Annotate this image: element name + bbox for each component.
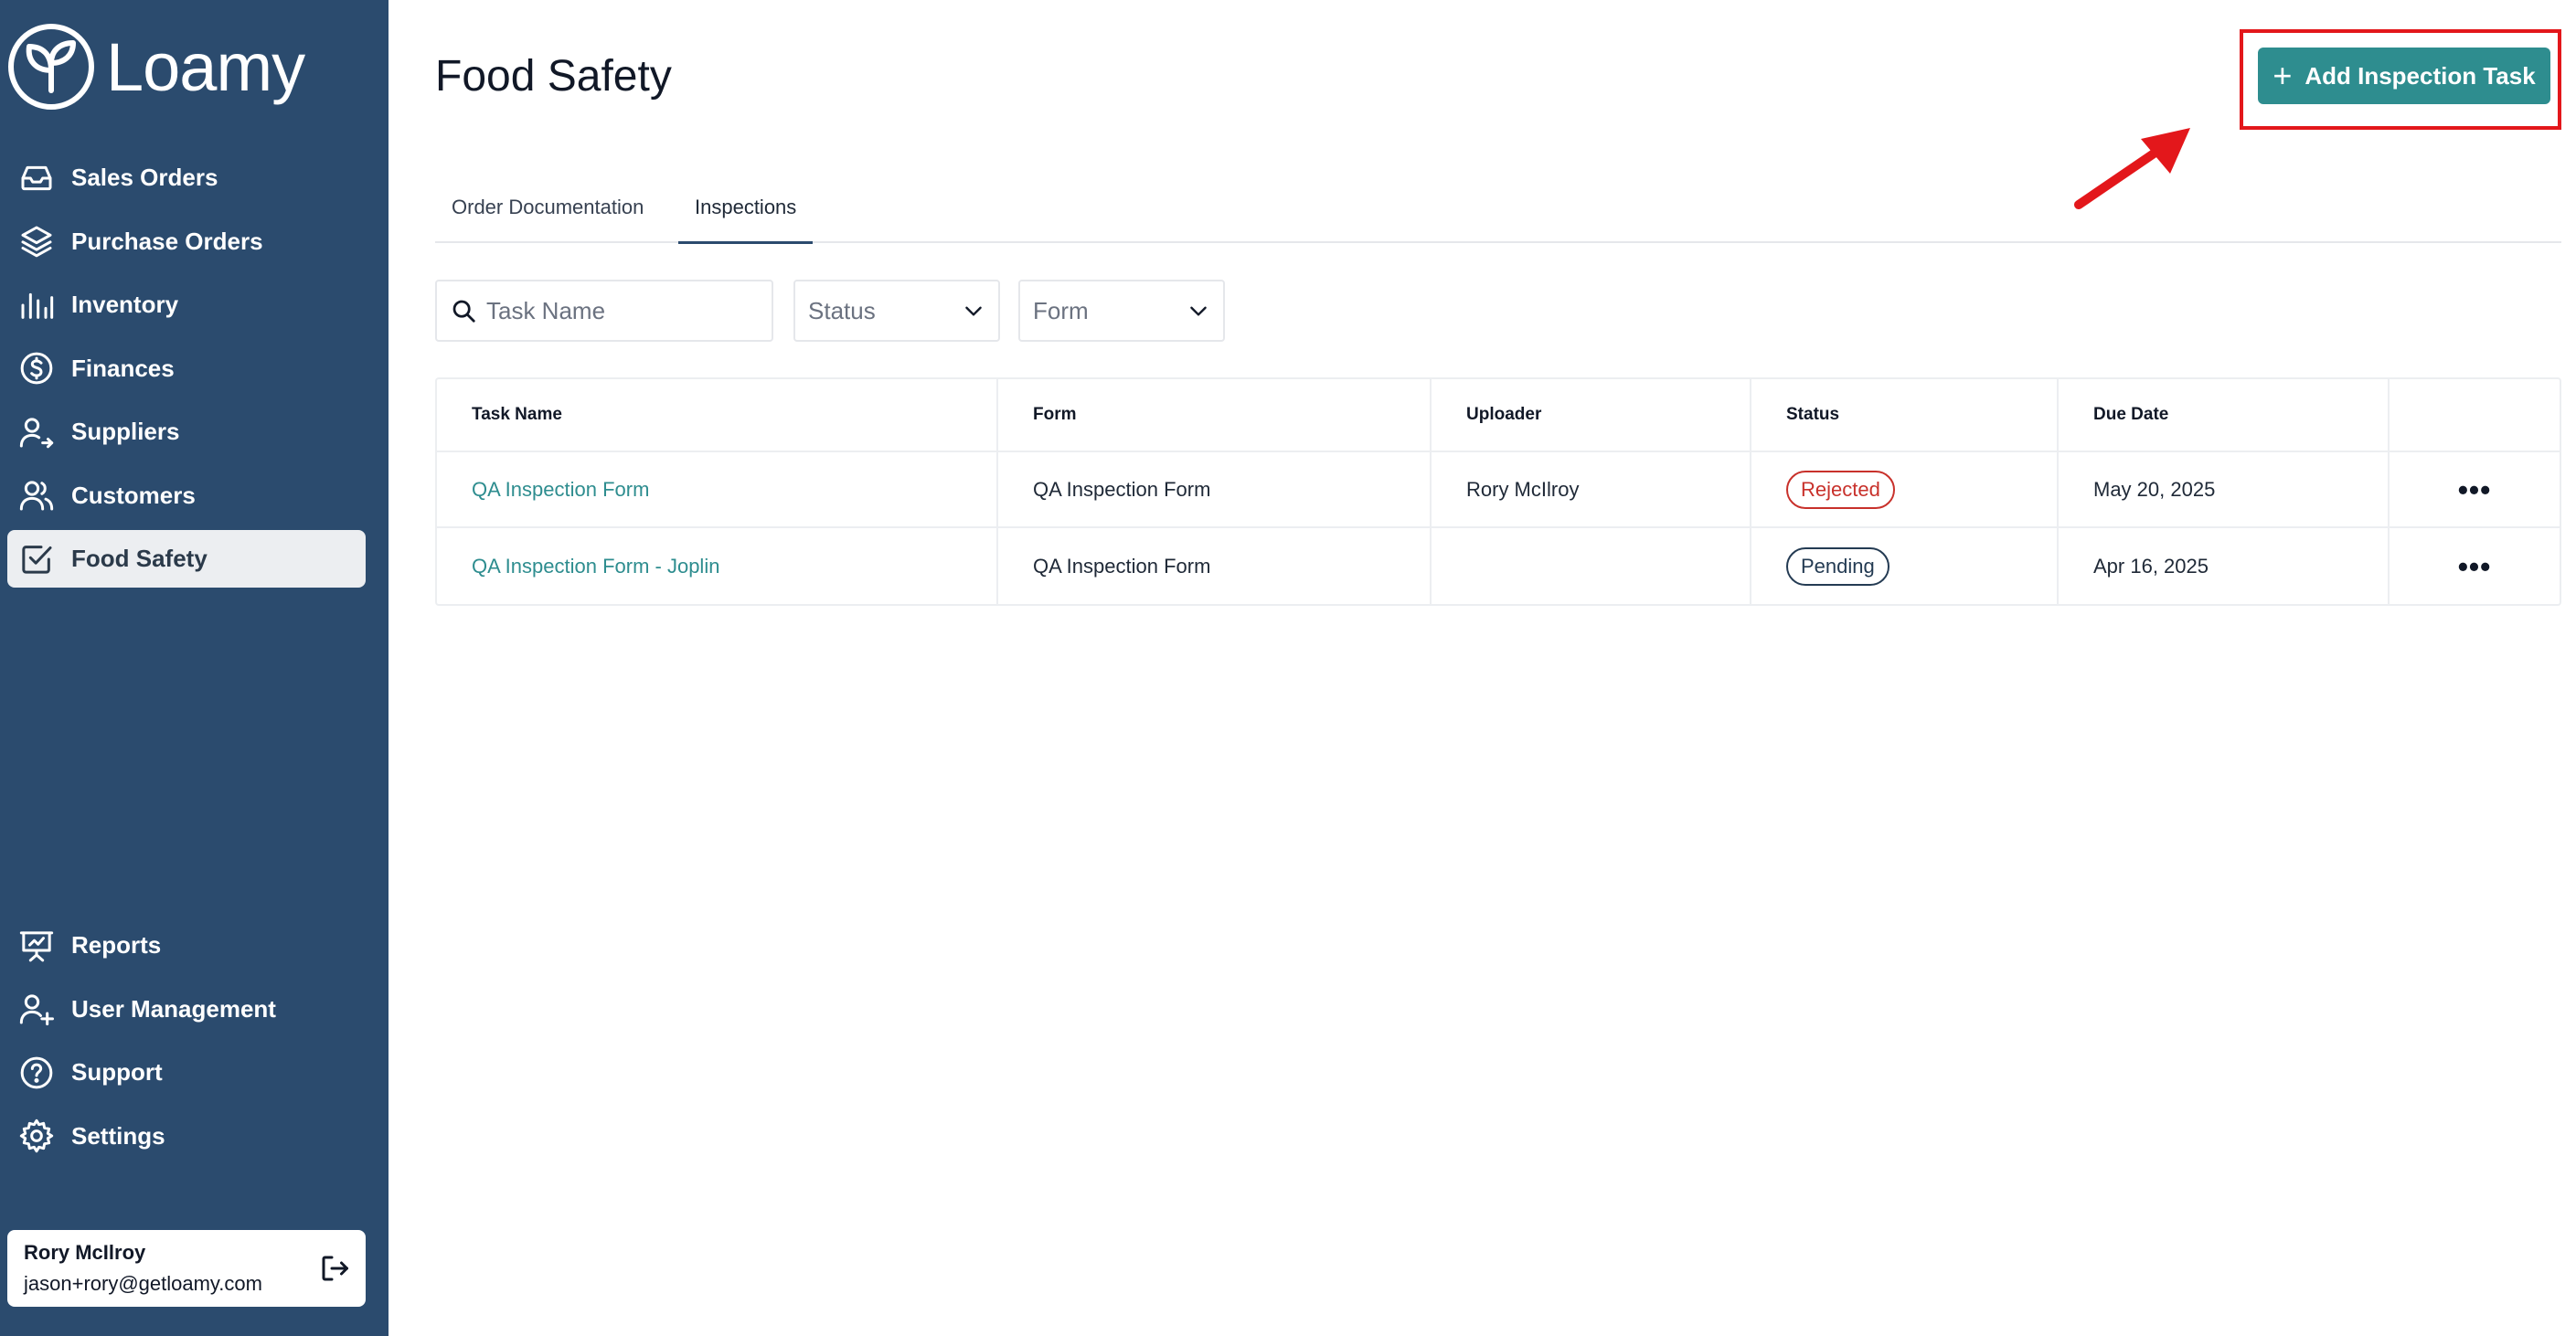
sidebar-item-food-safety[interactable]: Food Safety [7,530,366,588]
table-row: QA Inspection Form - Joplin QA Inspectio… [437,528,2560,604]
chevron-down-icon [965,306,982,316]
brand-logo[interactable]: Loamy [7,23,305,111]
sidebar-item-suppliers[interactable]: Suppliers [7,403,366,461]
brand-name: Loamy [106,28,305,105]
sidebar: Loamy Sales Orders Purchase Orders Inven… [0,0,389,1336]
task-name-link[interactable]: QA Inspection Form - Joplin [472,555,719,578]
inspections-table: Task Name Form Uploader Status Due Date … [435,377,2561,606]
form-cell: QA Inspection Form [998,528,1432,604]
form-filter-placeholder: Form [1033,296,1089,324]
more-options-icon[interactable]: ••• [2458,552,2492,581]
tab-inspections[interactable]: Inspections [678,179,814,244]
task-name-search[interactable]: Task Name [435,280,773,342]
table-header-row: Task Name Form Uploader Status Due Date [437,379,2560,452]
leaf-logo-icon [8,24,94,110]
sidebar-item-purchase-orders[interactable]: Purchase Orders [7,213,366,270]
dollar-circle-icon [20,352,53,385]
inbox-icon [21,165,52,190]
more-options-icon[interactable]: ••• [2458,475,2492,504]
form-filter-dropdown[interactable]: Form [1018,280,1225,342]
uploader-cell [1432,528,1751,604]
sidebar-item-label: Inventory [71,291,179,318]
sidebar-item-sales-orders[interactable]: Sales Orders [7,149,366,207]
sidebar-nav-secondary: Reports User Management Support Settings [7,917,366,1171]
bar-chart-icon [21,292,54,319]
sidebar-item-label: Support [71,1058,163,1086]
due-date-cell: May 20, 2025 [2059,452,2390,526]
search-placeholder: Task Name [486,296,606,324]
sidebar-item-label: Purchase Orders [71,227,263,255]
uploader-cell: Rory McIlroy [1432,452,1751,526]
sidebar-item-settings[interactable]: Settings [7,1108,366,1165]
user-email: jason+rory@getloamy.com [24,1272,262,1295]
status-filter-placeholder: Status [808,296,876,324]
add-inspection-task-button[interactable]: + Add Inspection Task [2258,48,2550,104]
sidebar-item-label: Reports [71,931,162,959]
sidebar-item-label: Food Safety [71,545,208,572]
status-badge: Pending [1786,546,1889,586]
layers-icon [21,226,52,258]
sidebar-item-label: Settings [71,1121,165,1150]
gear-icon [19,1119,54,1153]
sidebar-item-label: Suppliers [71,418,180,445]
sidebar-item-label: User Management [71,994,276,1023]
sidebar-nav-main: Sales Orders Purchase Orders Inventory F… [7,149,366,594]
actions-cell: ••• [2390,452,2560,526]
table-row: QA Inspection Form QA Inspection Form Ro… [437,452,2560,528]
sidebar-item-finances[interactable]: Finances [7,340,366,398]
status-filter-dropdown[interactable]: Status [793,280,1000,342]
logout-icon[interactable] [318,1252,351,1285]
due-date-cell: Apr 16, 2025 [2059,528,2390,604]
user-name: Rory McIlroy [24,1241,146,1264]
sidebar-item-inventory[interactable]: Inventory [7,276,366,334]
plus-icon: + [2273,57,2293,94]
user-profile-card: Rory McIlroy jason+rory@getloamy.com [7,1230,366,1307]
chevron-down-icon [1190,306,1207,316]
help-circle-icon [20,1056,53,1088]
sidebar-item-support[interactable]: Support [7,1044,366,1101]
column-header-task-name[interactable]: Task Name [437,379,998,451]
sidebar-item-label: Customers [71,481,196,509]
sidebar-item-reports[interactable]: Reports [7,917,366,974]
add-inspection-task-label: Add Inspection Task [2305,61,2536,90]
actions-cell: ••• [2390,528,2560,604]
sidebar-item-user-management[interactable]: User Management [7,981,366,1038]
tab-order-documentation[interactable]: Order Documentation [435,179,660,243]
status-cell: Pending [1751,528,2059,604]
user-arrow-icon [19,417,54,448]
task-name-cell: QA Inspection Form - Joplin [437,528,998,604]
search-icon [452,300,475,323]
presentation-icon [19,930,54,961]
sidebar-item-label: Sales Orders [71,164,218,191]
column-header-due-date[interactable]: Due Date [2059,379,2390,451]
column-header-actions [2390,379,2560,451]
check-square-icon [22,545,52,574]
status-badge: Rejected [1786,470,1895,509]
users-icon [19,481,54,511]
column-header-uploader[interactable]: Uploader [1432,379,1751,451]
status-cell: Rejected [1751,452,2059,526]
task-name-link[interactable]: QA Inspection Form [472,478,649,502]
page-title: Food Safety [435,52,672,101]
form-cell: QA Inspection Form [998,452,1432,526]
sidebar-item-label: Finances [71,354,175,382]
user-plus-icon [19,994,54,1026]
sidebar-item-customers[interactable]: Customers [7,467,366,525]
task-name-cell: QA Inspection Form [437,452,998,526]
tab-bar: Order Documentation Inspections [435,179,2561,244]
column-header-form[interactable]: Form [998,379,1432,451]
column-header-status[interactable]: Status [1751,379,2059,451]
